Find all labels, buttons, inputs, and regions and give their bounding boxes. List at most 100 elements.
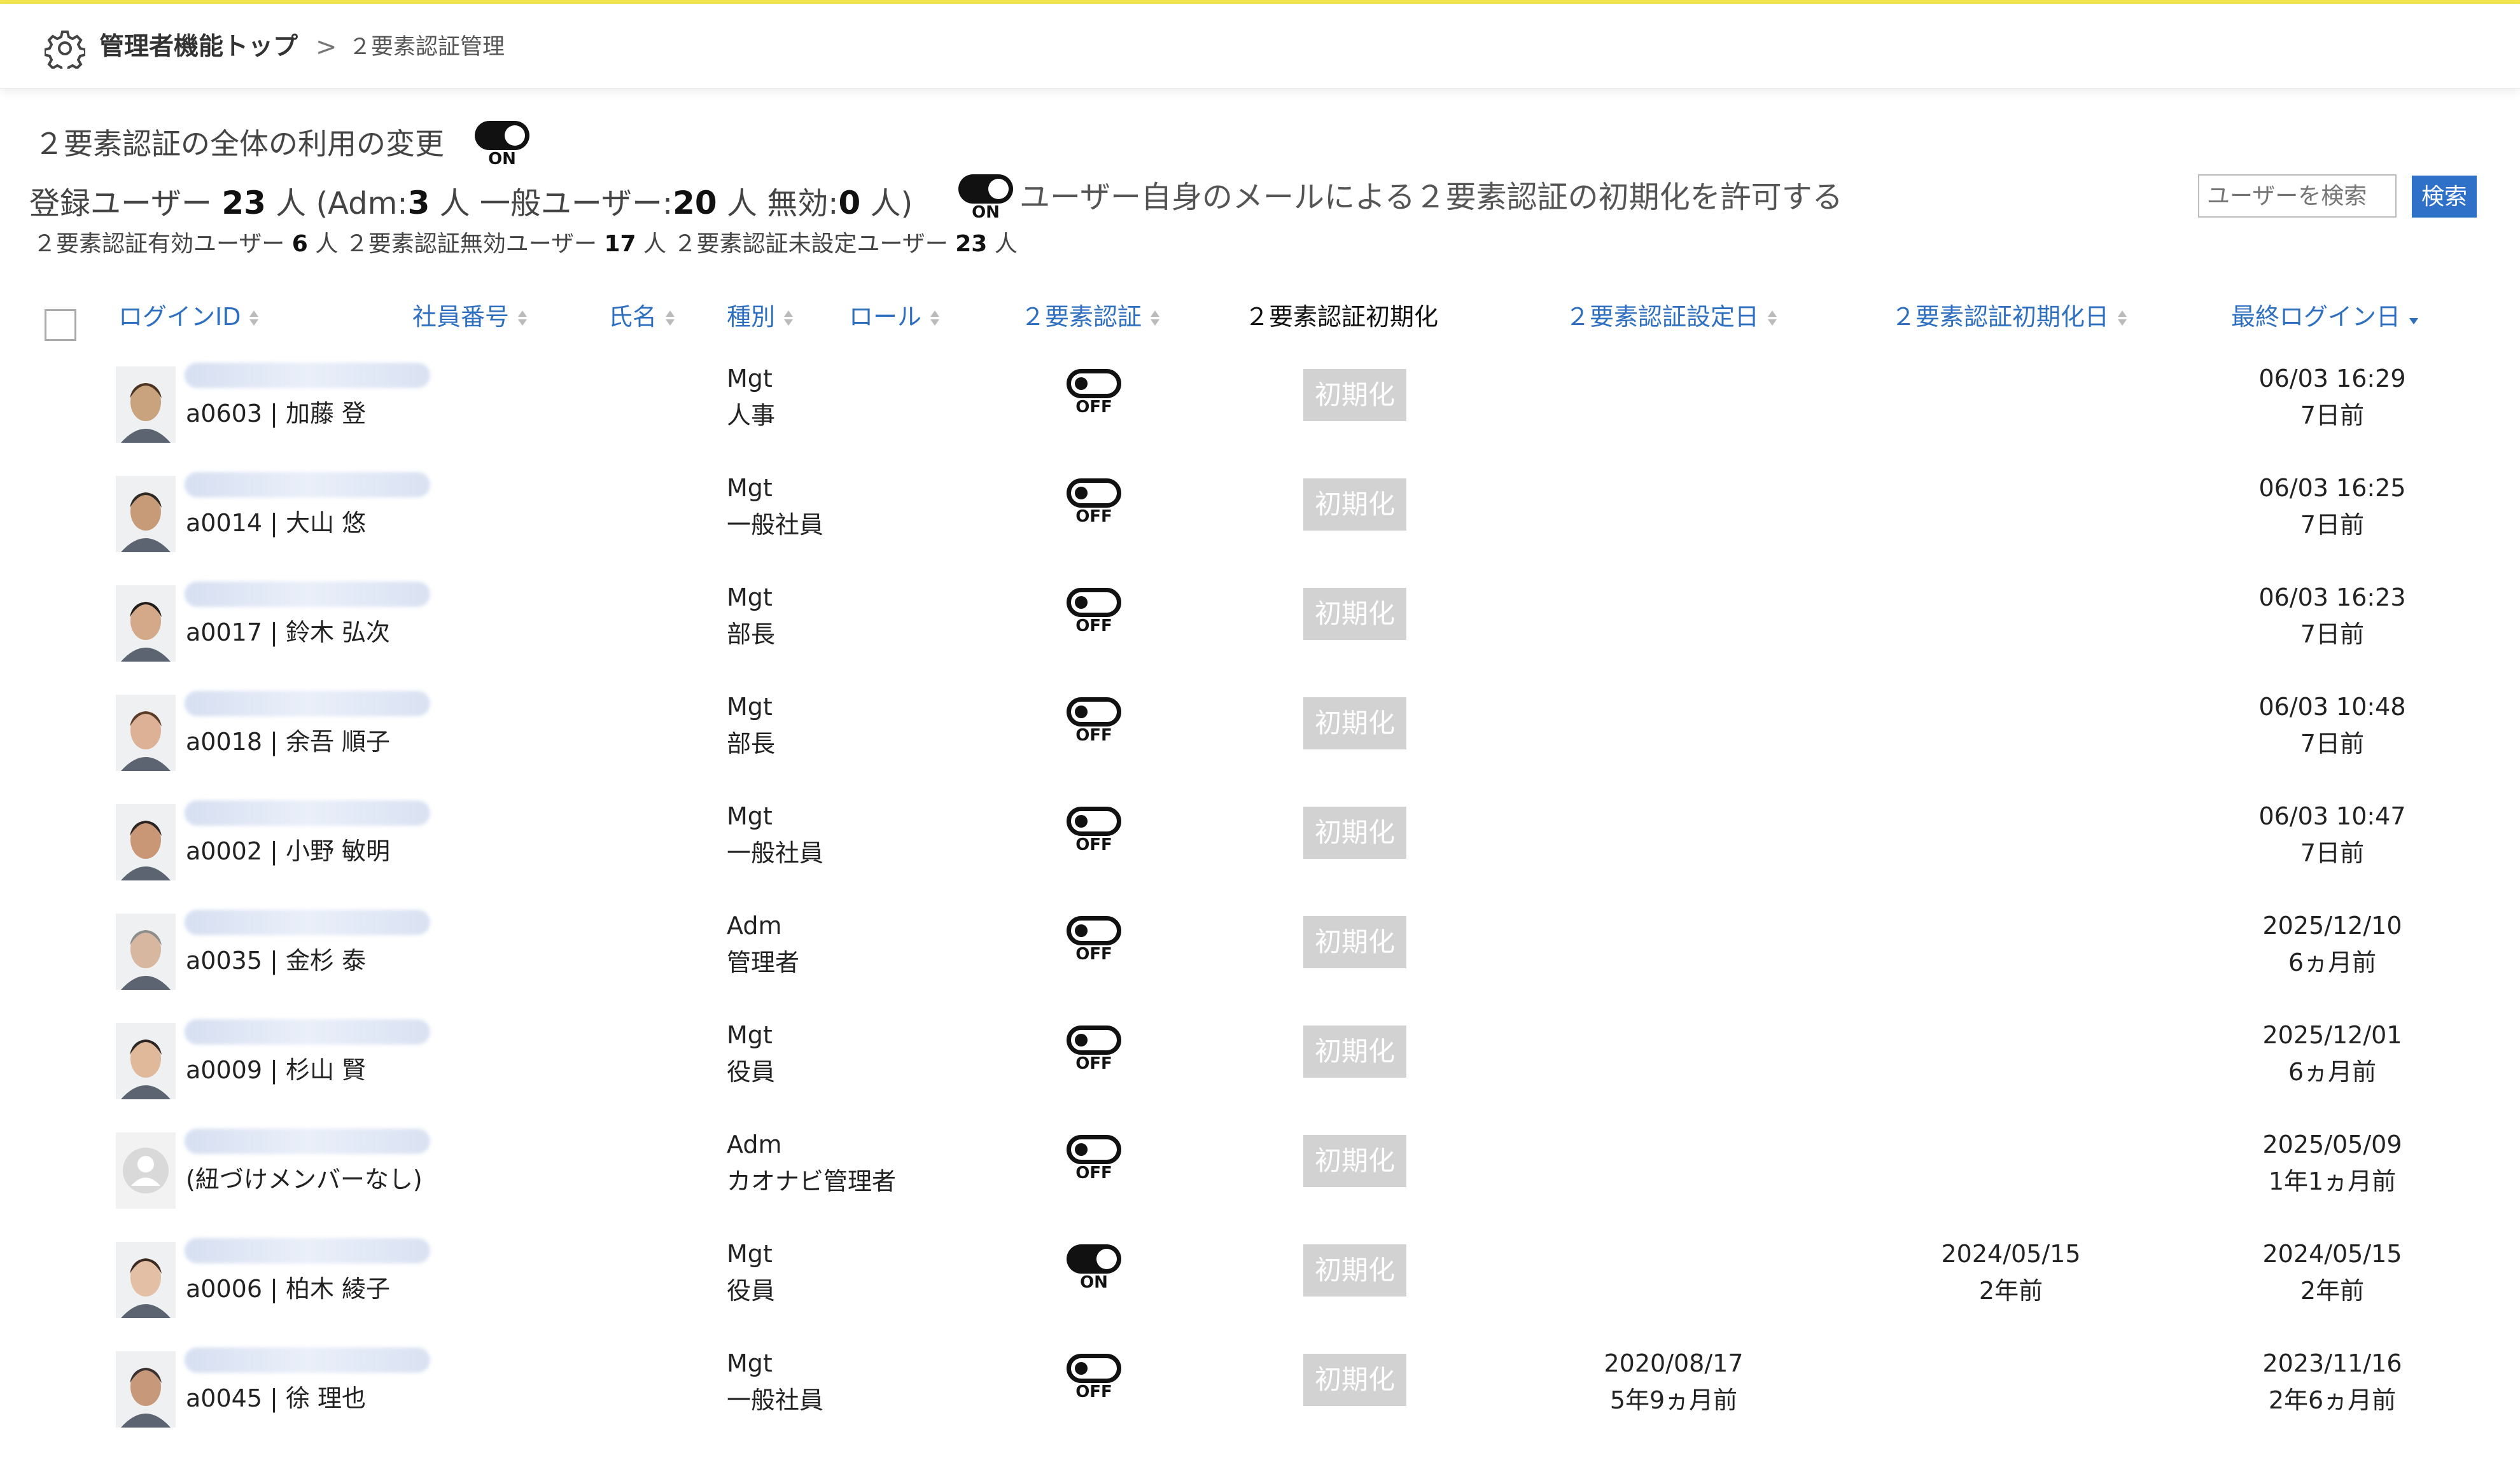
gear-icon[interactable] — [45, 28, 85, 69]
reset-2fa-button[interactable]: 初期化 — [1303, 1354, 1406, 1406]
last-login-date: 2024/05/15 — [2262, 1240, 2402, 1268]
toggle-switch-icon — [1067, 369, 1121, 398]
two-factor-toggle[interactable]: OFF — [1067, 369, 1121, 417]
toggle-switch-icon — [1067, 588, 1121, 617]
table-row: a0603 | 加藤 登 Mgt 人事 OFF 初期化 06/03 16:29 … — [0, 360, 2520, 469]
toggle-switch-icon — [1067, 478, 1121, 508]
init-date: 2024/05/15 — [1941, 1240, 2081, 1268]
column-reset: ２要素認証初期化 — [1245, 303, 1439, 331]
user-kind: Mgt — [727, 802, 773, 830]
column-set-date[interactable]: ２要素認証設定日 — [1565, 299, 1778, 335]
toggle-state-label: ON — [488, 149, 516, 169]
portrait-icon — [116, 914, 176, 990]
table-row: a0035 | 金杉 泰 Adm 管理者 OFF 初期化 2025/12/10 … — [0, 907, 2520, 1017]
column-name[interactable]: 氏名 — [608, 299, 676, 335]
toggle-state-label: OFF — [1075, 398, 1112, 417]
two-factor-toggle[interactable]: OFF — [1067, 1135, 1121, 1183]
toggle-state-label: OFF — [1075, 945, 1112, 964]
member-name[interactable]: a0009 | 杉山 賢 — [186, 1055, 366, 1085]
toggle-switch-icon — [475, 121, 529, 150]
user-stats: 登録ユーザー 23 人 (Adm:3 人 一般ユーザー:20 人 無効:0 人) — [29, 184, 913, 221]
reset-2fa-button[interactable]: 初期化 — [1303, 478, 1406, 531]
user-search-input[interactable] — [2198, 174, 2397, 218]
blurred-email — [185, 581, 430, 607]
breadcrumb-admin-top[interactable]: 管理者機能トップ — [99, 29, 298, 65]
member-name[interactable]: a0006 | 柏木 綾子 — [186, 1274, 390, 1304]
two-factor-toggle[interactable]: OFF — [1067, 478, 1121, 526]
table-row: a0009 | 杉山 賢 Mgt 役員 OFF 初期化 2025/12/01 6… — [0, 1017, 2520, 1126]
table-row: (紐づけメンバーなし) Adm カオナビ管理者 OFF 初期化 2025/05/… — [0, 1126, 2520, 1235]
two-factor-toggle[interactable]: OFF — [1067, 807, 1121, 854]
breadcrumb-separator: > — [316, 32, 337, 62]
two-factor-toggle[interactable]: OFF — [1067, 916, 1121, 964]
last-login-ago: 1年1ヵ月前 — [2268, 1167, 2397, 1195]
search-button[interactable]: 検索 — [2412, 176, 2477, 218]
toggle-state-label: ON — [1080, 1273, 1108, 1292]
column-last-login[interactable]: 最終ログイン日 — [2231, 299, 2419, 335]
user-role: 部長 — [727, 730, 776, 758]
member-name[interactable]: a0045 | 徐 理也 — [186, 1383, 366, 1414]
column-kind[interactable]: 種別 — [727, 299, 794, 335]
last-login-date: 2025/12/10 — [2262, 912, 2402, 940]
toggle-switch-icon — [958, 174, 1013, 204]
column-two-factor[interactable]: ２要素認証 — [1021, 299, 1161, 335]
breadcrumb-current: ２要素認証管理 — [349, 34, 505, 60]
member-name[interactable]: a0017 | 鈴木 弘次 — [186, 617, 390, 648]
last-login-date: 2025/05/09 — [2262, 1130, 2402, 1158]
column-employee-no[interactable]: 社員番号 — [412, 299, 528, 335]
portrait-icon — [116, 585, 176, 662]
select-all-checkbox[interactable] — [45, 309, 76, 341]
toggle-state-label: OFF — [1075, 507, 1112, 526]
column-role[interactable]: ロール — [849, 299, 941, 335]
two-factor-toggle[interactable]: OFF — [1067, 697, 1121, 744]
user-kind: Adm — [727, 912, 782, 940]
two-factor-toggle[interactable]: OFF — [1067, 1354, 1121, 1401]
set-date: 2020/08/17 — [1604, 1349, 1744, 1377]
user-kind: Adm — [727, 1130, 782, 1158]
sort-icon — [1767, 309, 1778, 328]
member-name[interactable]: a0014 | 大山 悠 — [186, 508, 366, 538]
reset-2fa-button[interactable]: 初期化 — [1303, 1244, 1406, 1297]
blurred-email — [185, 910, 430, 935]
last-login-date: 2025/12/01 — [2262, 1021, 2402, 1049]
reset-2fa-button[interactable]: 初期化 — [1303, 1135, 1406, 1187]
member-name[interactable]: a0002 | 小野 敏明 — [186, 836, 390, 866]
two-factor-toggle[interactable]: ON — [1067, 1244, 1121, 1292]
reset-2fa-button[interactable]: 初期化 — [1303, 807, 1406, 859]
portrait-icon — [116, 476, 176, 552]
portrait-icon — [116, 1242, 176, 1318]
global-2fa-toggle[interactable]: ON — [475, 121, 529, 169]
last-login-ago: 7日前 — [2300, 620, 2365, 648]
reset-2fa-button[interactable]: 初期化 — [1303, 369, 1406, 421]
two-factor-stats: ２要素認証有効ユーザー 6 人 ２要素認証無効ユーザー 17 人 ２要素認証未設… — [33, 231, 1018, 257]
last-login-ago: 7日前 — [2300, 730, 2365, 758]
member-name[interactable]: a0018 | 余吾 順子 — [186, 727, 390, 757]
toggle-switch-icon — [1067, 807, 1121, 836]
table-row: a0017 | 鈴木 弘次 Mgt 部長 OFF 初期化 06/03 16:23… — [0, 579, 2520, 688]
toggle-state-label: OFF — [1075, 1164, 1112, 1183]
toggle-switch-icon — [1067, 1354, 1121, 1383]
column-init-date[interactable]: ２要素認証初期化日 — [1891, 299, 2128, 335]
reset-2fa-button[interactable]: 初期化 — [1303, 916, 1406, 968]
column-login-id[interactable]: ログインID — [118, 299, 260, 335]
two-factor-toggle[interactable]: OFF — [1067, 588, 1121, 635]
blurred-email — [185, 1238, 430, 1263]
reset-2fa-button[interactable]: 初期化 — [1303, 1026, 1406, 1078]
user-kind: Mgt — [727, 693, 773, 721]
user-role: 役員 — [727, 1277, 776, 1305]
table-row: a0014 | 大山 悠 Mgt 一般社員 OFF 初期化 06/03 16:2… — [0, 469, 2520, 579]
member-name[interactable]: a0603 | 加藤 登 — [186, 398, 366, 429]
member-name[interactable]: a0035 | 金杉 泰 — [186, 945, 366, 976]
reset-2fa-button[interactable]: 初期化 — [1303, 697, 1406, 749]
member-name[interactable]: (紐づけメンバーなし) — [186, 1164, 423, 1195]
portrait-icon — [116, 695, 176, 771]
sort-icon — [783, 309, 794, 328]
reset-2fa-button[interactable]: 初期化 — [1303, 588, 1406, 640]
user-role: 一般社員 — [727, 511, 824, 539]
toggle-switch-icon — [1067, 1135, 1121, 1164]
last-login-ago: 2年前 — [2300, 1277, 2365, 1305]
last-login-ago: 7日前 — [2300, 511, 2365, 539]
toggle-switch-icon — [1067, 1244, 1121, 1274]
two-factor-toggle[interactable]: OFF — [1067, 1026, 1121, 1073]
email-reset-toggle[interactable]: ON — [958, 174, 1013, 221]
